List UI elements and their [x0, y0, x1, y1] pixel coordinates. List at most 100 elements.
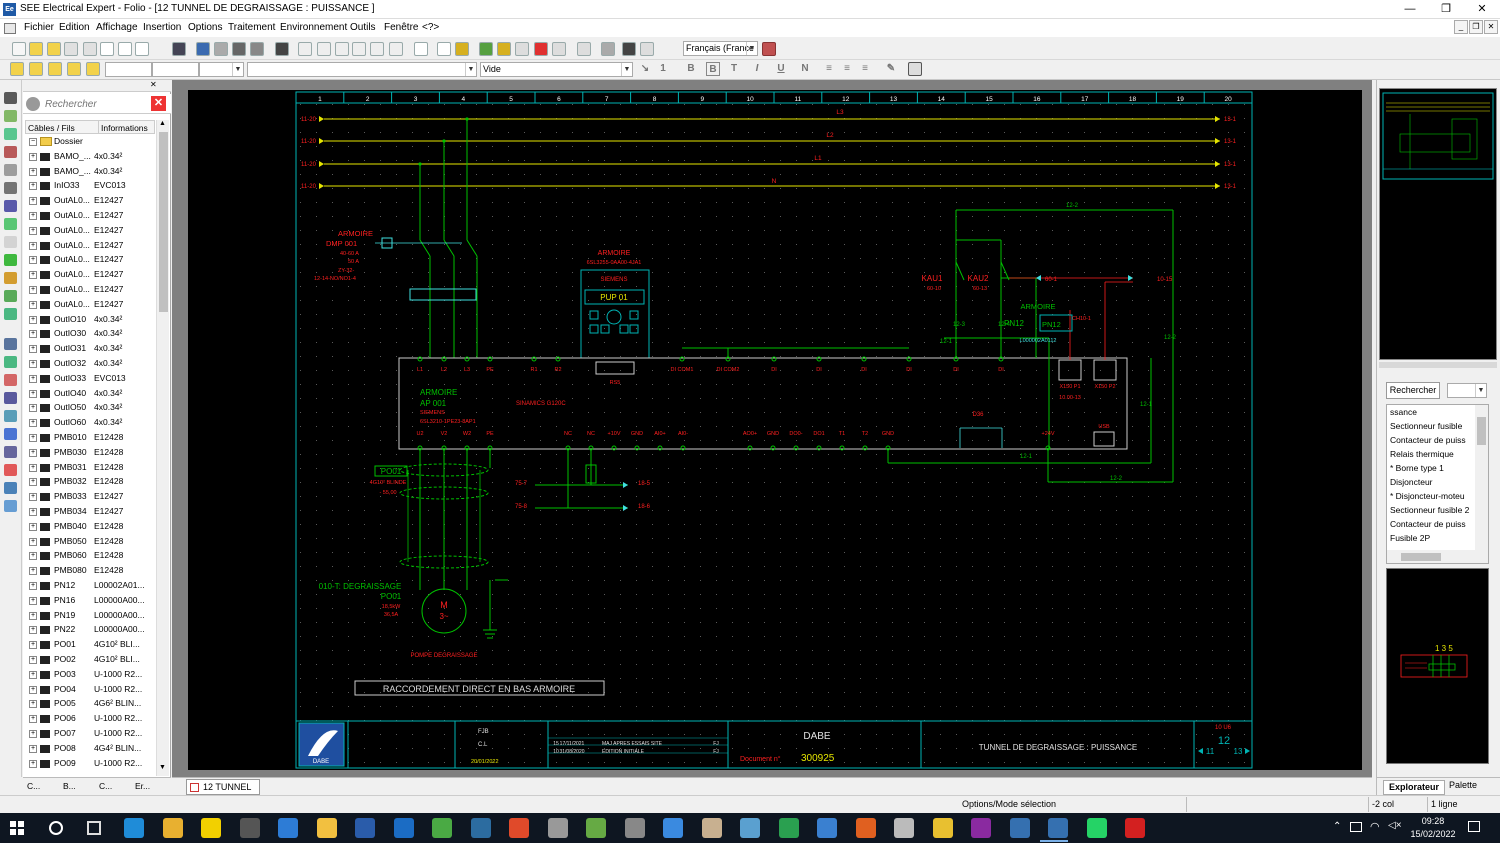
list-item[interactable]: + PO06 U-1000 R2... — [25, 712, 155, 727]
macro-tool-icon[interactable] — [534, 42, 548, 56]
layer-combo-1[interactable] — [105, 62, 152, 77]
scroll-down-icon[interactable]: ▼ — [159, 764, 166, 771]
taskbar-acrobat-icon[interactable] — [1125, 818, 1145, 838]
taskbar-see-expert-icon[interactable] — [1009, 818, 1030, 838]
taskbar-file-explorer-icon[interactable] — [316, 818, 337, 838]
task-view-icon[interactable] — [87, 821, 101, 835]
menu-outils[interactable]: Outils — [350, 22, 376, 33]
expand-icon[interactable]: + — [29, 463, 37, 472]
align-center-icon[interactable]: ≡ — [840, 62, 854, 76]
taskbar-maps-icon[interactable] — [432, 818, 452, 838]
tab-cables[interactable]: C... — [27, 781, 40, 791]
list-item[interactable]: + PMB034 E12427 — [25, 505, 155, 520]
zoom-back-icon[interactable] — [370, 42, 384, 56]
style-combo[interactable]: Vide ▼ — [480, 62, 633, 77]
connector-tool-icon[interactable] — [4, 290, 17, 302]
schematic-canvas[interactable]: 1 2 3 4 5 6 7 8 9 10 11 12 13 14 15 16 17 18 19 20 DABE DABE D… — [188, 90, 1362, 770]
taskbar-tools-icon[interactable] — [547, 818, 568, 838]
expand-icon[interactable]: + — [29, 152, 37, 161]
taskbar-see-expert-active-icon[interactable] — [1048, 818, 1068, 838]
terminal-tool-icon[interactable] — [552, 42, 566, 56]
taskbar-word-viewer-icon[interactable] — [355, 818, 375, 838]
menu-traitement[interactable]: Traitement — [228, 22, 275, 33]
harness-tool-icon[interactable] — [4, 446, 17, 458]
column-cables[interactable]: Câbles / Fils — [28, 123, 75, 133]
symbol-list-item[interactable]: * Borne type 1 — [1390, 463, 1474, 473]
binoculars-icon[interactable] — [275, 42, 289, 56]
document-tool-icon[interactable] — [4, 500, 17, 512]
list-item[interactable]: + OutIO33 EVC013 — [25, 372, 155, 387]
list-item[interactable]: + PO01 4G10² BLI... — [25, 638, 155, 653]
collapse-icon[interactable]: − — [29, 138, 37, 146]
zoom-in-icon[interactable] — [335, 42, 349, 56]
scissors-tool-icon[interactable] — [4, 164, 17, 176]
menu-fichier[interactable]: Fichier — [24, 22, 54, 33]
taskbar-onenote-icon[interactable] — [971, 818, 991, 838]
export-tool-icon[interactable] — [640, 42, 654, 56]
list-item[interactable]: + OutIO10 4x0.34² — [25, 313, 155, 328]
symbol-list-hscroll[interactable] — [1387, 550, 1488, 563]
list-item[interactable]: + OutAL0... E12427 — [25, 239, 155, 254]
expand-icon[interactable]: + — [29, 685, 37, 694]
taskbar-network-icon[interactable] — [740, 818, 760, 838]
redo-icon[interactable] — [214, 42, 228, 56]
scroll-up-icon[interactable]: ▲ — [159, 120, 166, 127]
close-button[interactable]: ✕ — [1464, 0, 1500, 19]
search-input[interactable] — [45, 96, 145, 112]
print-icon[interactable] — [232, 42, 246, 56]
menu-fenetre[interactable]: Fenêtre — [384, 22, 418, 33]
list-item[interactable]: + PMB032 E12428 — [25, 475, 155, 490]
mirror-tool-icon[interactable] — [4, 146, 17, 158]
expand-icon[interactable]: + — [29, 700, 37, 709]
symbol-list-item[interactable]: Contacteur de puiss — [1390, 519, 1474, 529]
report-tool-icon[interactable] — [601, 42, 615, 56]
tray-wifi-icon[interactable]: ◠ — [1370, 820, 1380, 833]
clock-date[interactable]: 15/02/2022 — [1405, 829, 1461, 839]
expand-icon[interactable]: + — [29, 374, 37, 383]
check-tool-icon[interactable] — [4, 254, 17, 266]
layer-down-icon[interactable] — [48, 62, 62, 76]
expand-icon[interactable]: + — [29, 241, 37, 250]
bus-tool-icon[interactable] — [4, 356, 17, 368]
expand-icon[interactable]: + — [29, 508, 37, 516]
menu-edition[interactable]: Edition — [59, 22, 90, 33]
layer-all-icon[interactable] — [67, 62, 81, 76]
expand-icon[interactable]: + — [29, 345, 37, 354]
expand-icon[interactable]: + — [29, 360, 37, 368]
expand-icon[interactable]: + — [29, 730, 37, 738]
expand-icon[interactable]: + — [29, 167, 37, 176]
save-as-icon[interactable] — [64, 42, 78, 56]
expand-icon[interactable]: + — [29, 404, 37, 413]
page-icon[interactable] — [100, 42, 114, 56]
windows-start-icon[interactable] — [10, 821, 24, 835]
menu-help[interactable]: <?> — [422, 22, 439, 33]
list-item[interactable]: + OutIO31 4x0.34² — [25, 342, 155, 357]
list-tool-icon[interactable] — [622, 42, 636, 56]
list-item[interactable]: + PO03 U-1000 R2... — [25, 668, 155, 683]
list-item[interactable]: + OutAL0... E12427 — [25, 194, 155, 209]
symbol-list-scrollbar[interactable] — [1475, 405, 1488, 550]
wire-tool-icon[interactable] — [455, 42, 469, 56]
list-item[interactable]: + OutAL0... E12427 — [25, 224, 155, 239]
layer-combo-2[interactable] — [152, 62, 199, 77]
symbol-list-item[interactable]: Fusible 2P — [1390, 533, 1474, 543]
expand-icon[interactable]: + — [29, 389, 37, 398]
frame-button[interactable]: B — [706, 62, 720, 76]
symbol-tool-icon[interactable] — [515, 42, 529, 56]
menu-affichage[interactable]: Affichage — [96, 22, 138, 33]
component-tool-icon[interactable] — [577, 42, 591, 56]
normal-button[interactable]: N — [798, 62, 812, 76]
size-field[interactable]: 1 — [656, 62, 670, 76]
expand-icon[interactable]: + — [29, 493, 37, 502]
expand-icon[interactable]: + — [29, 478, 37, 487]
schematic-drawing[interactable]: 1 2 3 4 5 6 7 8 9 10 11 12 13 14 15 16 17 18 19 20DABEDABED… — [188, 90, 1362, 770]
search-button[interactable]: Rechercher — [1386, 382, 1440, 399]
menu-insertion[interactable]: Insertion — [143, 22, 181, 33]
align-left-icon[interactable]: ≡ — [822, 62, 836, 76]
taskbar-sticky-notes-icon[interactable] — [201, 818, 221, 838]
pencil-tool-icon[interactable] — [4, 110, 17, 122]
list-item[interactable]: + PO05 4G6² BLIN... — [25, 697, 155, 712]
snap-icon[interactable] — [437, 42, 451, 56]
expand-icon[interactable]: + — [29, 197, 37, 206]
dictionary-icon[interactable] — [762, 42, 776, 56]
